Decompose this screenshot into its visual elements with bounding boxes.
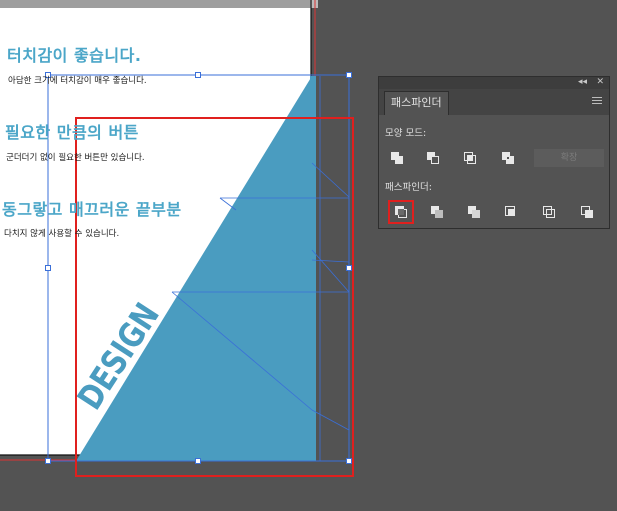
unite-icon xyxy=(391,152,403,164)
intersect-button[interactable] xyxy=(459,147,481,169)
pathfinder-panel: ◂◂ ✕ 패스파인더 모양 모드: 확장 패스파인더: xyxy=(378,76,610,229)
close-panel-button[interactable]: ✕ xyxy=(596,76,604,88)
section-body-1: 아담한 크기에 터치감이 매우 좋습니다. xyxy=(8,76,147,86)
unite-button[interactable] xyxy=(386,147,408,169)
trim-button[interactable] xyxy=(426,201,448,223)
panel-tab-row: 패스파인더 xyxy=(379,89,609,115)
merge-icon xyxy=(468,206,480,218)
crop-icon xyxy=(505,206,515,216)
divide-button[interactable] xyxy=(388,200,414,224)
tab-pathfinder[interactable]: 패스파인더 xyxy=(384,91,449,115)
section-heading-3: 동그랗고 매끄러운 끝부분 xyxy=(2,200,182,219)
minus-front-icon xyxy=(427,152,439,164)
section-body-2: 군더더기 없이 필요한 버튼만 있습니다. xyxy=(6,153,145,163)
crop-button[interactable] xyxy=(500,201,522,223)
exclude-button[interactable] xyxy=(497,147,519,169)
section-body-3: 다치지 않게 사용할 수 있습니다. xyxy=(4,229,120,239)
panel-menu-icon[interactable] xyxy=(592,97,602,106)
section-heading-2: 필요한 만큼의 버튼 xyxy=(5,123,139,142)
outline-icon xyxy=(543,206,555,218)
minus-front-button[interactable] xyxy=(422,147,444,169)
pathfinders-label: 패스파인더: xyxy=(385,182,432,193)
collapse-panel-button[interactable]: ◂◂ xyxy=(578,76,587,88)
merge-button[interactable] xyxy=(463,201,485,223)
trim-icon xyxy=(431,206,443,218)
divide-icon xyxy=(395,206,407,218)
exclude-icon xyxy=(502,152,514,164)
intersect-icon xyxy=(464,152,476,164)
minus-back-icon xyxy=(581,206,593,218)
minus-back-button[interactable] xyxy=(576,201,598,223)
expand-button[interactable]: 확장 xyxy=(534,149,604,167)
section-heading-1: 터치감이 좋습니다. xyxy=(7,46,142,65)
shape-modes-label: 모양 모드: xyxy=(385,128,427,139)
ruler-strip xyxy=(0,0,310,8)
outline-button[interactable] xyxy=(538,201,560,223)
